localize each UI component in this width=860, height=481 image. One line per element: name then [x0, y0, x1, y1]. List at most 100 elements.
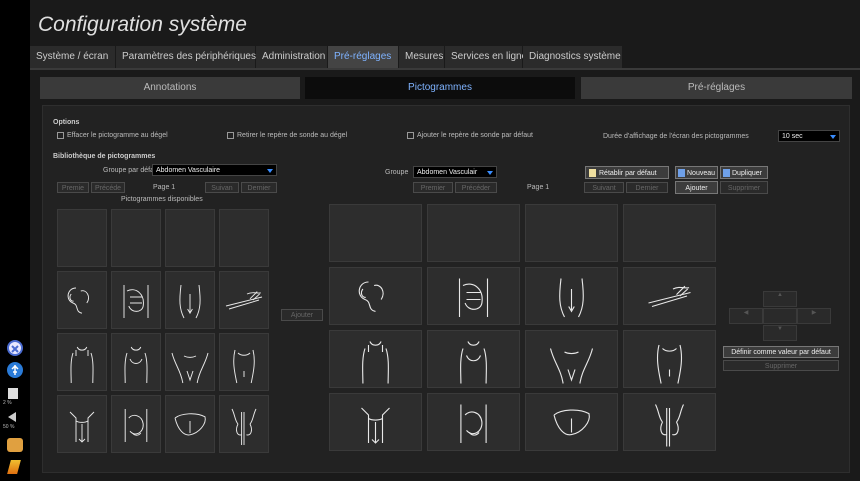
- group-pictogram-cell[interactable]: [525, 330, 618, 388]
- group-pictogram-cell[interactable]: [427, 393, 520, 451]
- available-pictogram-cell[interactable]: [57, 333, 107, 391]
- system-sidebar: 2 % 50 %: [0, 0, 30, 481]
- subtab-presets[interactable]: Pré-réglages: [581, 77, 852, 99]
- checkbox-box[interactable]: [407, 132, 414, 139]
- user-icon[interactable]: [7, 438, 23, 452]
- duplicate-button[interactable]: Dupliquer: [720, 166, 768, 179]
- anatomy-pictogram-icon: [233, 349, 255, 384]
- new-button[interactable]: Nouveau: [675, 166, 718, 179]
- checkbox-box[interactable]: [227, 132, 234, 139]
- left-prev-button[interactable]: Précéde: [91, 182, 125, 193]
- tab-presets[interactable]: Pré-réglages: [328, 46, 399, 68]
- group-pictogram-cell[interactable]: [329, 204, 422, 262]
- checkbox-box[interactable]: [57, 132, 64, 139]
- tab-devices[interactable]: Paramètres des périphériques: [116, 46, 256, 68]
- available-pictogram-cell[interactable]: [219, 333, 269, 391]
- anatomy-pictogram-icon: [358, 281, 384, 312]
- main-tabs: Système / écran Paramètres des périphéri…: [30, 46, 623, 68]
- options-heading: Options: [53, 119, 80, 126]
- reset-default-button[interactable]: Rétablir par défaut: [585, 166, 669, 179]
- group-pictogram-cell[interactable]: [525, 204, 618, 262]
- available-pictogram-cell[interactable]: [165, 395, 215, 453]
- close-circle-icon[interactable]: [7, 340, 23, 356]
- group-pictogram-cell[interactable]: [329, 330, 422, 388]
- right-next-button[interactable]: Suivant: [584, 182, 624, 193]
- right-last-button[interactable]: Dernier: [626, 182, 668, 193]
- checkbox-label: Effacer le pictogramme au dégel: [67, 132, 168, 139]
- anatomy-pictogram-icon: [67, 287, 89, 314]
- available-pictogram-cell[interactable]: [165, 209, 215, 267]
- brush-icon[interactable]: [7, 460, 21, 474]
- group-pictogram-cell[interactable]: [329, 267, 422, 325]
- anatomy-pictogram-icon: [124, 346, 148, 384]
- group-pictogram-cell[interactable]: [525, 393, 618, 451]
- available-pictogram-cell[interactable]: [219, 395, 269, 453]
- anatomy-pictogram-icon: [124, 409, 148, 442]
- anatomy-pictogram-icon: [174, 413, 206, 436]
- group-pictogram-cell[interactable]: [623, 393, 716, 451]
- chevron-down-icon: [830, 135, 836, 139]
- anatomy-pictogram-icon: [361, 407, 390, 444]
- left-last-button[interactable]: Dernier: [241, 182, 277, 193]
- anatomy-pictogram-icon: [70, 346, 94, 384]
- set-default-button[interactable]: Définir comme valeur par défaut: [723, 346, 839, 358]
- subtab-pictograms[interactable]: Pictogrammes: [305, 77, 575, 99]
- move-up-button[interactable]: ▲: [763, 291, 797, 307]
- available-pictogram-cell[interactable]: [165, 271, 215, 329]
- available-pictogram-cell[interactable]: [111, 209, 161, 267]
- available-pictogram-cell[interactable]: [111, 333, 161, 391]
- tab-system-screen[interactable]: Système / écran: [30, 46, 116, 68]
- clear-on-unfreeze-checkbox[interactable]: Effacer le pictogramme au dégel: [57, 132, 168, 139]
- tab-diagnostics[interactable]: Diagnostics système: [523, 46, 623, 68]
- group-value: Abdomen Vasculair: [417, 169, 478, 176]
- anatomy-pictogram-icon: [166, 210, 214, 266]
- usb-icon[interactable]: [7, 362, 23, 378]
- move-down-button[interactable]: ▼: [763, 325, 797, 341]
- tab-administration[interactable]: Administration: [256, 46, 328, 68]
- group-pictogram-cell[interactable]: [427, 204, 520, 262]
- anatomy-pictogram-icon: [553, 409, 590, 436]
- subtab-annotations[interactable]: Annotations: [40, 77, 300, 99]
- delete-top-button[interactable]: Supprimer: [720, 181, 768, 194]
- available-pictogram-cell[interactable]: [111, 395, 161, 453]
- move-right-button[interactable]: ▶: [797, 308, 831, 324]
- checkbox-label: Ajouter le repère de sonde par défaut: [417, 132, 533, 139]
- available-pictogram-cell[interactable]: [57, 209, 107, 267]
- group-pictogram-cell[interactable]: [525, 267, 618, 325]
- tab-measures[interactable]: Mesures: [399, 46, 445, 68]
- duration-select[interactable]: 10 sec: [778, 130, 840, 142]
- delete-bottom-button[interactable]: Supprimer: [723, 360, 839, 371]
- available-pictogram-cell[interactable]: [219, 271, 269, 329]
- right-first-button[interactable]: Premier: [413, 182, 453, 193]
- available-pictogram-cell[interactable]: [57, 395, 107, 453]
- volume-icon[interactable]: [8, 412, 16, 422]
- add-probe-marker-checkbox[interactable]: Ajouter le repère de sonde par défaut: [407, 132, 533, 139]
- default-group-value: Abdomen Vasculaire: [156, 167, 221, 174]
- group-pictogram-cell[interactable]: [623, 267, 716, 325]
- available-pictogram-cell[interactable]: [219, 209, 269, 267]
- default-group-select[interactable]: Abdomen Vasculaire: [152, 164, 277, 176]
- add-top-button[interactable]: Ajouter: [675, 181, 718, 194]
- left-page-label: Page 1: [153, 184, 176, 191]
- add-middle-button[interactable]: Ajouter: [281, 309, 323, 321]
- group-pictogram-cell[interactable]: [623, 330, 716, 388]
- available-pictogram-cell[interactable]: [111, 271, 161, 329]
- group-pictogram-cell[interactable]: [427, 330, 520, 388]
- group-pictogram-cell[interactable]: [427, 267, 520, 325]
- anatomy-pictogram-icon: [171, 352, 209, 384]
- duplicate-label: Dupliquer: [732, 170, 762, 177]
- available-pictograms-label: Pictogrammes disponibles: [121, 196, 203, 203]
- left-next-button[interactable]: Suivan: [205, 182, 239, 193]
- remove-probe-marker-checkbox[interactable]: Retirer le repère de sonde au dégel: [227, 132, 347, 139]
- disk-icon: [8, 388, 18, 399]
- tab-online-services[interactable]: Services en ligne: [445, 46, 527, 68]
- available-pictogram-cell[interactable]: [57, 271, 107, 329]
- move-left-button[interactable]: ◀: [729, 308, 763, 324]
- group-pictogram-cell[interactable]: [623, 204, 716, 262]
- left-first-button[interactable]: Premie: [57, 182, 89, 193]
- reset-default-label: Rétablir par défaut: [599, 170, 657, 177]
- group-pictogram-cell[interactable]: [329, 393, 422, 451]
- group-select[interactable]: Abdomen Vasculair: [413, 166, 497, 178]
- right-prev-button[interactable]: Précéder: [455, 182, 497, 193]
- available-pictogram-cell[interactable]: [165, 333, 215, 391]
